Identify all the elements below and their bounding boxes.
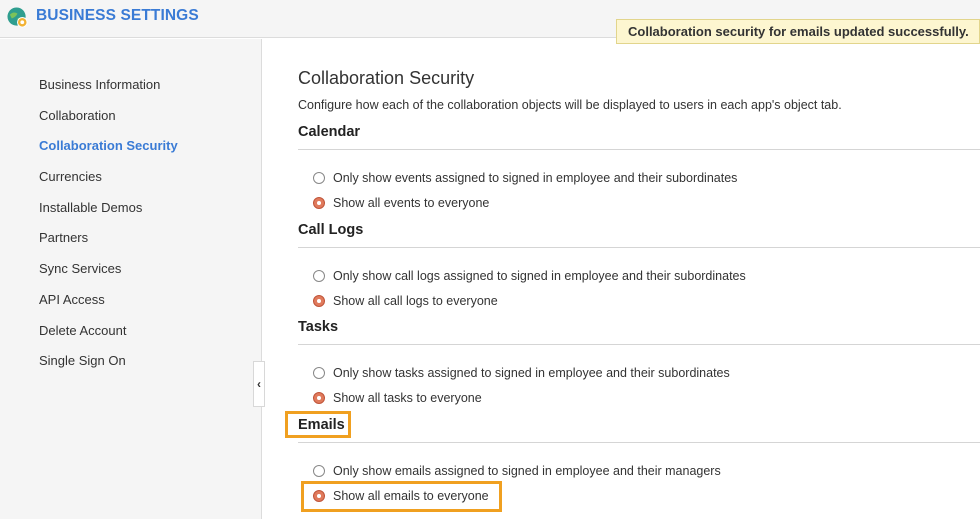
option-label: Show all events to everyone: [333, 196, 490, 210]
sidebar-item-partners[interactable]: Partners: [39, 230, 178, 261]
emails-option-everyone[interactable]: Show all emails to everyone: [313, 489, 489, 503]
option-label: Show all tasks to everyone: [333, 391, 482, 405]
calendar-option-subordinates[interactable]: Only show events assigned to signed in e…: [313, 171, 737, 185]
divider: [298, 442, 980, 443]
sidebar-item-collaboration-security[interactable]: Collaboration Security: [39, 138, 178, 169]
sidebar-item-installable-demos[interactable]: Installable Demos: [39, 200, 178, 231]
page-title: Collaboration Security: [298, 68, 475, 88]
page-description: Configure how each of the collaboration …: [298, 98, 842, 112]
sidebar-item-delete-account[interactable]: Delete Account: [39, 323, 178, 354]
option-label: Only show tasks assigned to signed in em…: [333, 366, 730, 380]
section-title-calendar: Calendar: [298, 124, 361, 140]
radio-button-selected[interactable]: [313, 392, 325, 404]
option-label: Only show call logs assigned to signed i…: [333, 269, 746, 283]
tasks-option-everyone[interactable]: Show all tasks to everyone: [313, 391, 482, 405]
sidebar-nav: Business Information Collaboration Colla…: [39, 77, 178, 384]
app-title: BUSINESS SETTINGS: [36, 7, 199, 24]
radio-button-selected[interactable]: [313, 197, 325, 209]
divider: [298, 247, 980, 248]
sidebar-collapse-button[interactable]: ‹: [253, 361, 265, 407]
option-label: Only show emails assigned to signed in e…: [333, 464, 721, 478]
sidebar-item-single-sign-on[interactable]: Single Sign On: [39, 353, 178, 384]
radio-button-selected[interactable]: [313, 295, 325, 307]
calendar-option-everyone[interactable]: Show all events to everyone: [313, 196, 489, 210]
section-title-emails: Emails: [298, 417, 345, 433]
call-logs-option-everyone[interactable]: Show all call logs to everyone: [313, 294, 498, 308]
option-label: Only show events assigned to signed in e…: [333, 171, 738, 185]
radio-button[interactable]: [313, 270, 325, 282]
section-title-call-logs: Call Logs: [298, 222, 364, 238]
sidebar-item-api-access[interactable]: API Access: [39, 292, 178, 323]
radio-button[interactable]: [313, 367, 325, 379]
success-toast: Collaboration security for emails update…: [616, 19, 980, 44]
radio-button-selected[interactable]: [313, 490, 325, 502]
divider: [298, 344, 980, 345]
sidebar-item-collaboration[interactable]: Collaboration: [39, 108, 178, 139]
call-logs-option-subordinates[interactable]: Only show call logs assigned to signed i…: [313, 269, 746, 283]
radio-button[interactable]: [313, 465, 325, 477]
emails-option-managers[interactable]: Only show emails assigned to signed in e…: [313, 464, 721, 478]
main-content: Collaboration Security Configure how eac…: [263, 39, 980, 519]
divider: [298, 149, 980, 150]
sidebar-item-sync-services[interactable]: Sync Services: [39, 261, 178, 292]
sidebar-item-business-information[interactable]: Business Information: [39, 77, 178, 108]
tasks-option-subordinates[interactable]: Only show tasks assigned to signed in em…: [313, 366, 730, 380]
globe-gear-icon: [7, 7, 28, 28]
sidebar: Business Information Collaboration Colla…: [0, 39, 262, 519]
chevron-left-icon: ‹: [257, 377, 261, 391]
section-title-tasks: Tasks: [298, 319, 339, 335]
sidebar-item-currencies[interactable]: Currencies: [39, 169, 178, 200]
option-label: Show all call logs to everyone: [333, 294, 498, 308]
radio-button[interactable]: [313, 172, 325, 184]
option-label: Show all emails to everyone: [333, 489, 489, 503]
